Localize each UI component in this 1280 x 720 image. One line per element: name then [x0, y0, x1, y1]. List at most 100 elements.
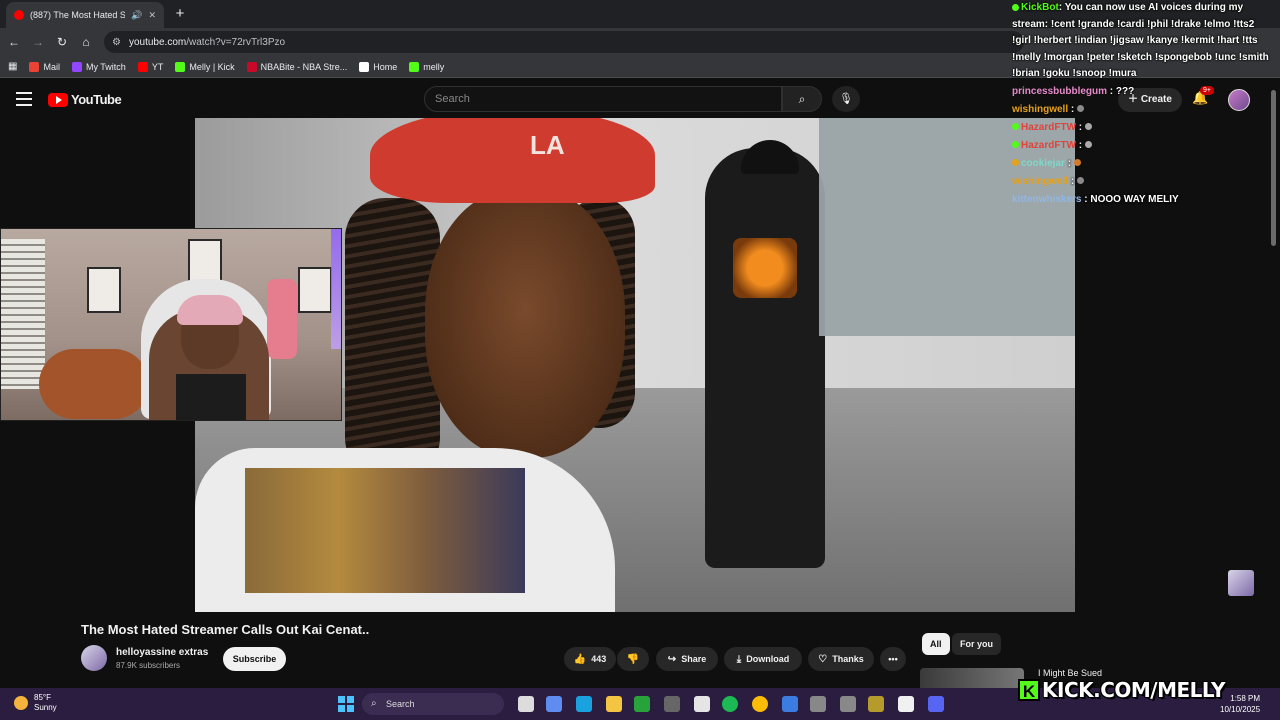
taskbar-search[interactable]: ⌕ Search [362, 693, 504, 715]
subscriber-count: 87.9K subscribers [116, 661, 181, 670]
more-actions-button[interactable]: ••• [880, 647, 906, 671]
kick-url: KICK.COM/MELLY [1042, 678, 1226, 702]
chip-for-you[interactable]: For you [952, 633, 1001, 655]
bookmark-my-twitch[interactable]: My Twitch [71, 61, 126, 72]
file-explorer-icon[interactable] [606, 696, 622, 712]
app-icon[interactable] [868, 696, 884, 712]
chat-text: You can now use AI voices during my stre… [1012, 2, 1269, 79]
thanks-button[interactable]: ♡ Thanks [808, 647, 874, 671]
youtube-logo[interactable]: YouTube [48, 92, 122, 107]
cap-logo: LA [530, 130, 565, 160]
chat-message: HazardFTW : [1012, 119, 1274, 137]
app-icon[interactable] [898, 696, 914, 712]
tab-title: (887) The Most Hated Strea [30, 10, 126, 20]
emote-icon [1084, 123, 1092, 131]
chat-message: wishingwell : [1012, 173, 1274, 191]
chat-message-bot: KickBot: You can now use AI voices durin… [1012, 2, 1269, 79]
search-icon: ⌕ [371, 698, 377, 709]
twitch-icon [71, 61, 82, 72]
download-button[interactable]: ⤓ Download [724, 647, 802, 671]
sub-badge-icon [1012, 123, 1019, 131]
channel-name[interactable]: helloyassine extras [116, 647, 208, 658]
close-tab-icon[interactable]: ✕ [148, 10, 156, 21]
chat-text: ??? [1115, 85, 1135, 97]
store-icon[interactable] [694, 696, 710, 712]
task-view-icon[interactable] [518, 696, 534, 712]
weather-widget[interactable]: 85°F Sunny [14, 693, 57, 713]
weather-condition: Sunny [34, 703, 57, 712]
app-icon[interactable] [840, 696, 856, 712]
microphone-icon[interactable]: 🎙 [832, 86, 860, 112]
chip-all[interactable]: All [922, 633, 950, 655]
video-person-background [705, 140, 825, 568]
bookmark-melly[interactable]: melly [409, 61, 444, 72]
bookmark-nbabite[interactable]: NBABite - NBA Stre... [246, 61, 347, 72]
apps-grid-icon[interactable]: ▦ [8, 61, 17, 72]
weather-temp: 85°F [34, 693, 51, 702]
new-tab-button[interactable]: + [170, 4, 190, 24]
x-icon [359, 61, 370, 72]
chrome-icon[interactable] [752, 696, 768, 712]
thumbs-up-icon: 👍 [573, 653, 587, 665]
home-icon[interactable]: ⌂ [78, 34, 94, 50]
video-person-shirt [195, 448, 615, 612]
menu-icon[interactable] [16, 92, 32, 106]
thumbs-down-icon: 👎 [626, 653, 640, 665]
emote-icon [1077, 105, 1085, 113]
chat-username: HazardFTW [1021, 139, 1076, 151]
bot-badge-icon [1012, 3, 1019, 11]
chat-username: KickBot [1021, 2, 1059, 13]
youtube-play-icon [48, 92, 68, 107]
chat-overlay: KickBot: You can now use AI voices durin… [1012, 0, 1274, 205]
search-icon[interactable]: ⌕ [782, 86, 822, 112]
speaker-icon[interactable]: 🔊 [131, 10, 142, 21]
chat-username: HazardFTW [1021, 121, 1076, 133]
channel-avatar[interactable] [81, 645, 107, 671]
spotify-icon[interactable] [722, 696, 738, 712]
site-info-icon[interactable]: ⚙ [112, 37, 121, 48]
emote-icon [1073, 159, 1081, 167]
forward-icon[interactable]: → [30, 34, 46, 50]
kick-icon [175, 61, 186, 72]
youtube-icon [137, 61, 148, 72]
system-clock[interactable]: 1:58 PM 10/10/2025 [1220, 693, 1260, 715]
obs-icon[interactable] [664, 696, 680, 712]
youtube-favicon-icon [14, 10, 24, 20]
back-icon[interactable]: ← [6, 34, 22, 50]
app-icon[interactable] [782, 696, 798, 712]
edge-icon[interactable] [576, 696, 592, 712]
bookmark-melly-kick[interactable]: Melly | Kick [175, 61, 235, 72]
windows-start-icon[interactable] [338, 696, 354, 712]
chat-username: princessbubblegum [1012, 85, 1108, 97]
chat-username: cookiejar [1021, 157, 1065, 169]
share-button[interactable]: ↪ Share [656, 647, 718, 671]
video-person-face [425, 188, 625, 458]
chat-message: cookiejar : [1012, 155, 1274, 173]
dislike-button[interactable]: 👎 [617, 647, 649, 671]
chat-username: wishingwell [1012, 175, 1069, 187]
media-icon[interactable] [810, 696, 826, 712]
chat-username: wishingwell [1012, 103, 1069, 115]
copilot-icon[interactable] [546, 696, 562, 712]
discord-icon[interactable] [928, 696, 944, 712]
video-title: The Most Hated Streamer Calls Out Kai Ce… [81, 622, 370, 637]
bookmark-yt[interactable]: YT [137, 61, 163, 72]
like-button[interactable]: 👍 443 [564, 647, 616, 671]
search-input[interactable]: Search [424, 86, 782, 112]
kick-watermark: K KICK.COM/MELLY [1018, 676, 1226, 704]
xbox-icon[interactable] [634, 696, 650, 712]
address-bar[interactable]: ⚙ youtube.com/watch?v=72rvTrl3Pzo [104, 31, 1024, 53]
browser-tab[interactable]: (887) The Most Hated Strea 🔊 ✕ [6, 2, 164, 28]
video-person-cap: LA [370, 118, 655, 203]
reload-icon[interactable]: ↻ [54, 34, 70, 50]
bookmark-mail[interactable]: Mail [29, 61, 60, 72]
share-icon: ↪ [667, 653, 677, 665]
sub-badge-icon [1012, 141, 1019, 149]
subscribe-button[interactable]: Subscribe [223, 647, 286, 671]
chat-username: kittenwhiskers [1012, 193, 1082, 205]
kick-logo-icon: K [1018, 679, 1040, 701]
kick-icon [409, 61, 420, 72]
channel-watermark[interactable] [1228, 570, 1254, 596]
bookmark-home[interactable]: Home [359, 61, 397, 72]
url-host: youtube.com [128, 36, 187, 48]
